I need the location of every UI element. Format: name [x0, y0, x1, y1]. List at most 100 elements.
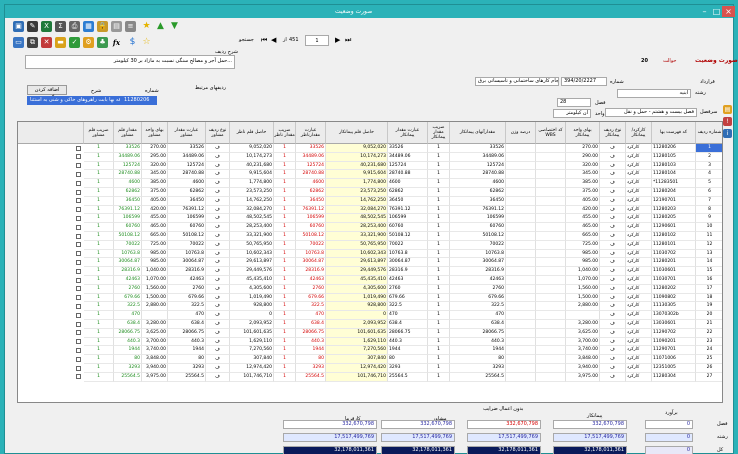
row-checkbox[interactable] — [76, 180, 81, 186]
folder-icon[interactable]: ▬ — [55, 37, 66, 48]
cell-price[interactable]: 2,880.00 — [566, 302, 600, 312]
column-header[interactable]: مقدار قلم مشاور — [114, 122, 142, 144]
column-header[interactable]: حاصل قلم ناظر — [230, 122, 274, 144]
cell-price[interactable]: 375.00 — [566, 188, 600, 197]
check-icon[interactable]: ✓ — [69, 37, 80, 48]
cell-ne[interactable]: 36450 — [296, 196, 326, 206]
cell-empty[interactable] — [506, 188, 536, 197]
cell-mp[interactable]: 375.00 — [142, 188, 168, 197]
group-add-button[interactable]: اضافه کردن گروهی — [27, 85, 67, 101]
cell-total[interactable]: 29,613,897 — [326, 258, 388, 268]
column-header[interactable]: عبارت مقدارناظر — [296, 122, 326, 144]
cell-qty[interactable]: 3293 — [450, 364, 506, 373]
cell-nt[interactable]: 14,762,250 — [230, 196, 274, 206]
cell-coef[interactable]: 1 — [428, 161, 450, 171]
cell-mq[interactable]: 125724 — [114, 161, 142, 171]
cell-kind[interactable]: کارکرد — [626, 179, 652, 188]
cell-n[interactable]: 24 — [696, 346, 722, 356]
row-checkbox[interactable] — [76, 303, 81, 309]
cell-ne[interactable]: 60760 — [296, 223, 326, 232]
cell-code[interactable]: 11130305 — [652, 302, 696, 312]
cell-price[interactable] — [566, 311, 600, 320]
cell-t[interactable]: ف — [600, 223, 626, 232]
table-row[interactable]: 6 11280204 کارکرد ف 375.00 62862 1 62862 23,573,… — [18, 188, 722, 197]
cell-ne[interactable]: 70022 — [296, 240, 326, 250]
table-row[interactable]: 20 13070302b کارکرد ف 470 1 470 0 470 1 0 ف 470 470 1 — [18, 311, 722, 320]
cell-expr[interactable]: 70022 — [388, 240, 428, 250]
table-row[interactable]: 5 *11283501 کارکرد ف 385.00 4600 1 4600 1,774,80… — [18, 179, 722, 188]
cell-total[interactable]: 12,974,420 — [326, 364, 388, 373]
cell-qty[interactable]: 60760 — [450, 223, 506, 232]
cell-mt[interactable]: ف — [206, 337, 230, 347]
column-header[interactable]: شماره ردیف — [696, 122, 722, 144]
first-page-icon[interactable]: ⏮ — [261, 35, 267, 46]
cell-mt[interactable]: ف — [206, 276, 230, 285]
cell-price[interactable]: 405.00 — [566, 196, 600, 206]
cell-coef[interactable]: 1 — [428, 144, 450, 153]
cell-empty[interactable] — [536, 232, 566, 241]
cell-nt[interactable]: 10,602,343 — [230, 249, 274, 259]
column-header[interactable]: کارکرد/پیمانکار — [626, 122, 652, 144]
cell-expr[interactable]: 36450 — [388, 196, 428, 206]
cell-nc[interactable]: 1 — [274, 346, 296, 356]
cell-coef[interactable]: 1 — [428, 328, 450, 338]
cell-qty[interactable]: 70022 — [450, 240, 506, 250]
cell-me[interactable]: 34489.06 — [168, 152, 206, 162]
cell-empty[interactable] — [536, 293, 566, 303]
cell-ne[interactable]: 30064.87 — [296, 258, 326, 268]
cell-me[interactable]: 50108.12 — [168, 232, 206, 241]
cell-qty[interactable]: 33526 — [450, 144, 506, 153]
row-checkbox[interactable] — [76, 356, 81, 362]
cell-kind[interactable]: کارکرد — [626, 232, 652, 241]
cell-me[interactable]: 322.5 — [168, 302, 206, 312]
cell-empty[interactable] — [506, 311, 536, 320]
cell-coef[interactable]: 1 — [428, 320, 450, 329]
cell-mp[interactable]: 420.00 — [142, 205, 168, 215]
cell-coef[interactable]: 1 — [428, 337, 450, 347]
cell-nt[interactable]: 928,800 — [230, 302, 274, 312]
column-header[interactable]: کد اختصاصی WBS — [536, 122, 566, 144]
cell-nt[interactable]: 1,019,490 — [230, 293, 274, 303]
row-checkbox[interactable] — [76, 295, 81, 301]
cell-total[interactable]: 101,601,635 — [326, 328, 388, 338]
cell-mp[interactable]: 1,500.00 — [142, 293, 168, 303]
cell-mt[interactable]: ف — [206, 284, 230, 294]
cell-t[interactable]: ف — [600, 355, 626, 364]
formula-icon[interactable]: fx — [111, 37, 122, 48]
tree-icon[interactable]: ♣ — [97, 37, 108, 48]
table-row[interactable]: 9 11280205 کارکرد ف 455.00 106599 1 106599 48,50… — [18, 214, 722, 224]
cell-empty[interactable] — [536, 328, 566, 338]
cell-empty[interactable] — [506, 205, 536, 215]
table-row[interactable]: 4 11280104 کارکرد ف 345.00 28740.88 1 28740.88 9… — [18, 170, 722, 180]
cell-coef[interactable]: 1 — [428, 240, 450, 250]
cell-price[interactable]: 3,940.00 — [566, 364, 600, 373]
cell-empty[interactable] — [506, 179, 536, 188]
cell-me[interactable]: 470 — [168, 311, 206, 320]
cell-price[interactable]: 290.00 — [566, 152, 600, 162]
cell-price[interactable]: 1,070.00 — [566, 276, 600, 285]
cell-mt[interactable]: ف — [206, 240, 230, 250]
cell-coef[interactable]: 1 — [428, 196, 450, 206]
cell-kind[interactable]: کارکرد — [626, 161, 652, 171]
table-row[interactable]: 10 11290601 کارکرد ف 465.00 60760 1 60760 28,253… — [18, 223, 722, 232]
next-page-icon[interactable]: ▶ — [335, 35, 340, 46]
cell-me[interactable]: 28740.88 — [168, 170, 206, 180]
stack-icon[interactable]: ≡ — [125, 21, 136, 32]
table-row[interactable]: 27 11280304 کارکرد ف 3,975.00 25564.5 1 25564.5… — [18, 372, 722, 382]
cell-coef[interactable]: 1 — [428, 258, 450, 268]
cell-expr[interactable]: 4600 — [388, 179, 428, 188]
cell-total[interactable]: 29,449,576 — [326, 267, 388, 276]
excel-icon[interactable]: X — [41, 21, 52, 32]
cell-nc[interactable]: 1 — [274, 320, 296, 329]
cell-empty[interactable] — [536, 214, 566, 224]
cell-nt[interactable]: 45,435,410 — [230, 276, 274, 285]
cell-expr[interactable]: 106599 — [388, 214, 428, 224]
cell-expr[interactable]: 33526 — [388, 144, 428, 153]
cell-empty[interactable] — [536, 170, 566, 180]
cell-expr[interactable]: 322.5 — [388, 302, 428, 312]
cell-coef[interactable]: 1 — [428, 311, 450, 320]
cell-mt[interactable]: ف — [206, 364, 230, 373]
row-checkbox[interactable] — [76, 365, 81, 371]
column-header[interactable]: ضریب مقدار پیمانکار — [428, 122, 450, 144]
cell-ne[interactable]: 125724 — [296, 161, 326, 171]
